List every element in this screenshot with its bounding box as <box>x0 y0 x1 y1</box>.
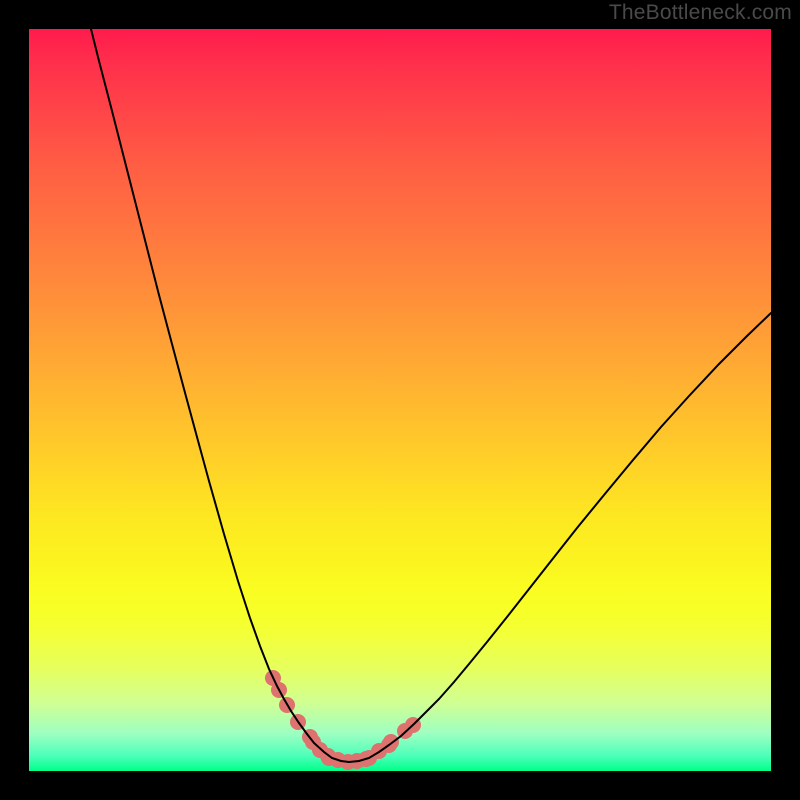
curve-svg <box>29 29 771 771</box>
watermark-text: TheBottleneck.com <box>609 1 792 25</box>
chart-frame: TheBottleneck.com <box>0 0 800 800</box>
bottleneck-curve <box>91 29 771 762</box>
plot-area <box>29 29 771 771</box>
marker-group <box>265 670 421 770</box>
